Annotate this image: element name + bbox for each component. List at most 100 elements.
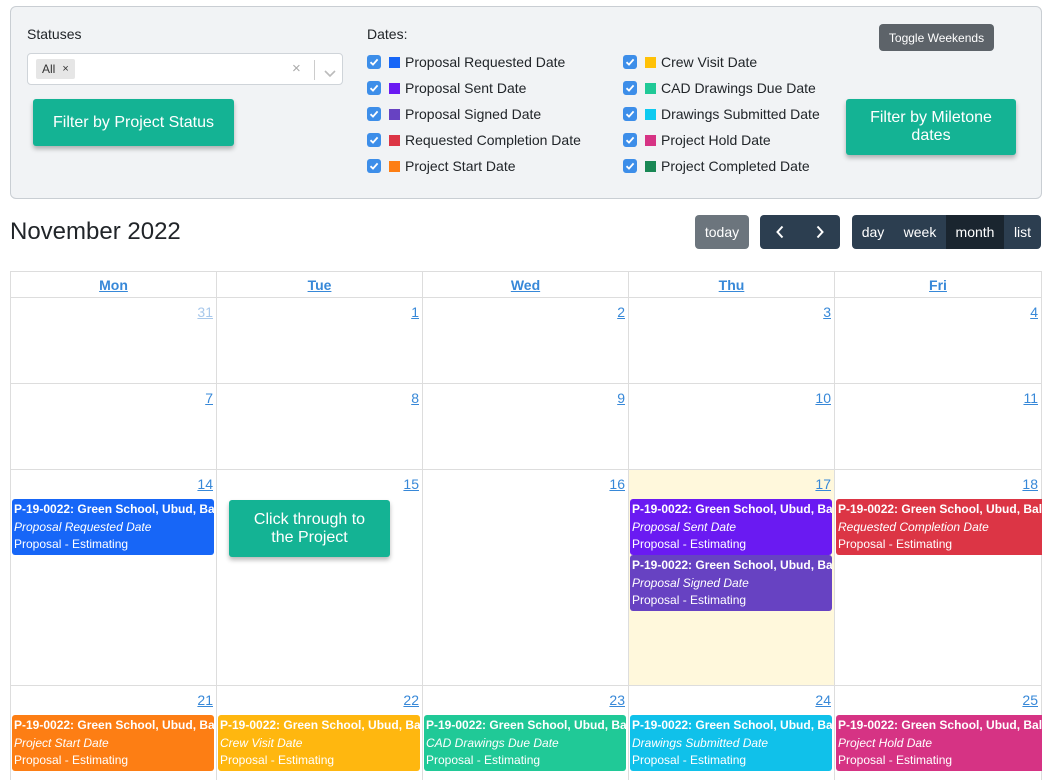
day-number[interactable]: 1 [411, 304, 419, 320]
chevron-right-icon [816, 225, 824, 239]
day-cell[interactable]: 31 [11, 298, 217, 384]
checkbox-checked-icon[interactable] [623, 107, 637, 121]
view-day-button[interactable]: day [852, 215, 894, 249]
day-cell[interactable]: 10 [629, 384, 835, 470]
checkbox-checked-icon[interactable] [367, 81, 381, 95]
day-cell[interactable]: 7 [11, 384, 217, 470]
chip-remove-icon[interactable]: × [62, 63, 68, 75]
chevron-down-icon[interactable] [324, 65, 336, 83]
date-option-project-start[interactable]: Project Start Date [367, 156, 516, 176]
date-option-label: Project Completed Date [661, 158, 810, 174]
checkbox-checked-icon[interactable] [367, 159, 381, 173]
project-link-callout-button[interactable]: Click through to the Project [229, 500, 390, 557]
day-number[interactable]: 25 [1022, 692, 1038, 708]
day-number[interactable]: 16 [609, 476, 625, 492]
prev-button[interactable] [760, 215, 800, 249]
date-option-label: Proposal Sent Date [405, 80, 527, 96]
checkbox-checked-icon[interactable] [623, 133, 637, 147]
weekday-header-tue[interactable]: Tue [217, 272, 423, 298]
event-title: P-19-0022: Green School, Ubud, Bali [632, 718, 832, 732]
day-number[interactable]: 7 [205, 390, 213, 406]
day-number[interactable]: 24 [815, 692, 831, 708]
calendar-event[interactable]: P-19-0022: Green School, Ubud, Bali Draw… [630, 715, 832, 771]
date-option-proposal-requested[interactable]: Proposal Requested Date [367, 52, 565, 72]
event-date-label: Project Hold Date [838, 735, 933, 750]
filter-status-button[interactable]: Filter by Project Status [33, 99, 234, 146]
date-option-label: Drawings Submitted Date [661, 106, 820, 122]
day-number[interactable]: 22 [403, 692, 419, 708]
date-option-proposal-sent[interactable]: Proposal Sent Date [367, 78, 526, 98]
date-option-drawings-submitted[interactable]: Drawings Submitted Date [623, 104, 820, 124]
day-number[interactable]: 17 [815, 476, 831, 492]
day-number[interactable]: 2 [617, 304, 625, 320]
calendar-event[interactable]: P-19-0022: Green School, Ubud, Bali Prop… [630, 499, 832, 555]
day-number[interactable]: 9 [617, 390, 625, 406]
toggle-weekends-button[interactable]: Toggle Weekends [879, 24, 994, 51]
weekday-header-thu[interactable]: Thu [629, 272, 835, 298]
next-button[interactable] [800, 215, 840, 249]
checkbox-checked-icon[interactable] [623, 55, 637, 69]
day-cell[interactable]: 2 [423, 298, 629, 384]
clear-icon[interactable]: × [292, 60, 301, 77]
status-select[interactable]: All × × [27, 53, 343, 85]
weekday-header-mon[interactable]: Mon [11, 272, 217, 298]
today-button[interactable]: today [695, 215, 749, 249]
day-number[interactable]: 14 [197, 476, 213, 492]
event-date-label: Crew Visit Date [220, 735, 303, 750]
calendar-event[interactable]: P-19-0022: Green School, Ubud, Bali Proj… [836, 715, 1042, 771]
day-cell[interactable]: 3 [629, 298, 835, 384]
calendar-title: November 2022 [10, 218, 181, 245]
day-number[interactable]: 31 [197, 304, 213, 320]
day-number[interactable]: 11 [1023, 390, 1038, 406]
view-month-button[interactable]: month [946, 215, 1004, 249]
date-option-proposal-signed[interactable]: Proposal Signed Date [367, 104, 541, 124]
weekday-header-wed[interactable]: Wed [423, 272, 629, 298]
event-title: P-19-0022: Green School, Ubud, Bali [426, 718, 626, 732]
day-number[interactable]: 8 [411, 390, 419, 406]
checkbox-checked-icon[interactable] [623, 81, 637, 95]
day-number[interactable]: 3 [823, 304, 831, 320]
calendar-event[interactable]: P-19-0022: Green School, Ubud, Bali Proj… [12, 715, 214, 771]
date-option-project-hold[interactable]: Project Hold Date [623, 130, 771, 150]
filter-milestone-button[interactable]: Filter by Miletone dates [846, 99, 1016, 155]
date-option-cad-drawings-due[interactable]: CAD Drawings Due Date [623, 78, 816, 98]
checkbox-checked-icon[interactable] [367, 133, 381, 147]
day-cell[interactable]: 9 [423, 384, 629, 470]
checkbox-checked-icon[interactable] [367, 55, 381, 69]
event-title: P-19-0022: Green School, Ubud, Bali [632, 502, 832, 516]
date-option-label: Proposal Signed Date [405, 106, 542, 122]
event-date-label: Proposal Requested Date [14, 519, 152, 534]
event-date-label: Drawings Submitted Date [632, 735, 769, 750]
status-chip: All × [36, 59, 75, 79]
calendar-event[interactable]: P-19-0022: Green School, Ubud, Bali CAD … [424, 715, 626, 771]
calendar-event[interactable]: P-19-0022: Green School, Ubud, Bali Prop… [12, 499, 214, 555]
day-cell[interactable]: 8 [217, 384, 423, 470]
checkbox-checked-icon[interactable] [367, 107, 381, 121]
day-cell[interactable]: 1 [217, 298, 423, 384]
day-number[interactable]: 4 [1030, 304, 1038, 320]
event-date-label: Proposal Signed Date [632, 575, 749, 590]
day-number[interactable]: 10 [815, 390, 831, 406]
event-status: Proposal - Estimating [14, 537, 129, 551]
checkbox-checked-icon[interactable] [623, 159, 637, 173]
view-list-button[interactable]: list [1004, 215, 1041, 249]
day-cell[interactable]: 4 [835, 298, 1042, 384]
day-number[interactable]: 23 [609, 692, 625, 708]
event-title: P-19-0022: Green School, Ubud, Bali [838, 718, 1042, 732]
weekday-header-fri[interactable]: Fri [835, 272, 1042, 298]
date-option-requested-completion[interactable]: Requested Completion Date [367, 130, 581, 150]
date-option-crew-visit[interactable]: Crew Visit Date [623, 52, 757, 72]
view-week-button[interactable]: week [894, 215, 946, 249]
day-cell[interactable]: 16 [423, 470, 629, 686]
calendar-event[interactable]: P-19-0022: Green School, Ubud, Bali Crew… [218, 715, 420, 771]
day-number[interactable]: 21 [197, 692, 213, 708]
day-cell[interactable]: 11 [835, 384, 1042, 470]
color-swatch [389, 56, 400, 68]
day-number[interactable]: 15 [403, 476, 419, 492]
event-date-label: Requested Completion Date [838, 519, 989, 534]
calendar-event[interactable]: P-19-0022: Green School, Ubud, Bali Requ… [836, 499, 1042, 555]
date-option-project-completed[interactable]: Project Completed Date [623, 156, 810, 176]
day-number[interactable]: 18 [1022, 476, 1038, 492]
event-status: Proposal - Estimating [632, 593, 747, 607]
calendar-event[interactable]: P-19-0022: Green School, Ubud, Bali Prop… [630, 555, 832, 611]
